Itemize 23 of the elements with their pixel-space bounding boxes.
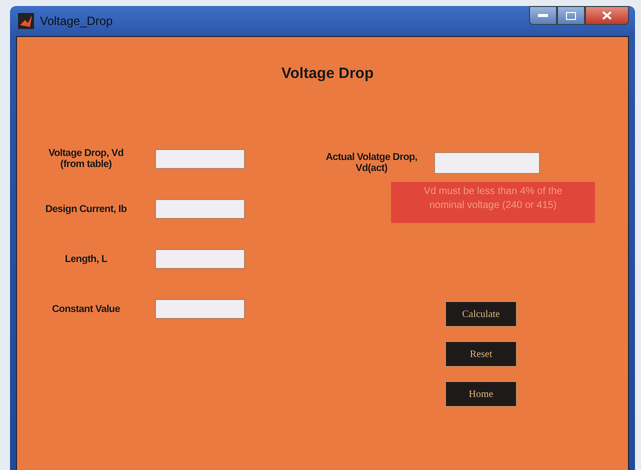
input-field[interactable] [155,199,245,219]
result-field[interactable] [434,152,540,174]
action-button[interactable]: Home [445,381,517,407]
field-label: Length, L [64,254,108,264]
maximize-button[interactable] [557,6,585,25]
input-field[interactable] [155,299,245,319]
field-label: Constant Value [50,304,122,314]
warning-message: Vd must be less than 4% of the nominal voltage (240 or 415) [391,182,595,223]
app-icon [18,13,34,29]
action-button[interactable]: Calculate [445,301,517,327]
field-label: Voltage Drop, Vd (from table) [47,148,125,170]
close-icon [602,11,612,20]
minimize-icon [538,14,548,18]
maximize-icon [566,12,576,20]
minimize-button[interactable] [529,6,557,25]
input-field[interactable] [155,149,245,169]
field-label: Design Current, Ib [44,204,128,214]
window-title: Voltage_Drop [40,14,113,28]
form-heading: Voltage Drop [280,65,375,82]
close-button[interactable] [585,6,629,25]
field-label: Actual Volatge Drop, Vd(act) [324,152,418,174]
action-button[interactable]: Reset [445,341,517,367]
input-field[interactable] [155,249,245,269]
